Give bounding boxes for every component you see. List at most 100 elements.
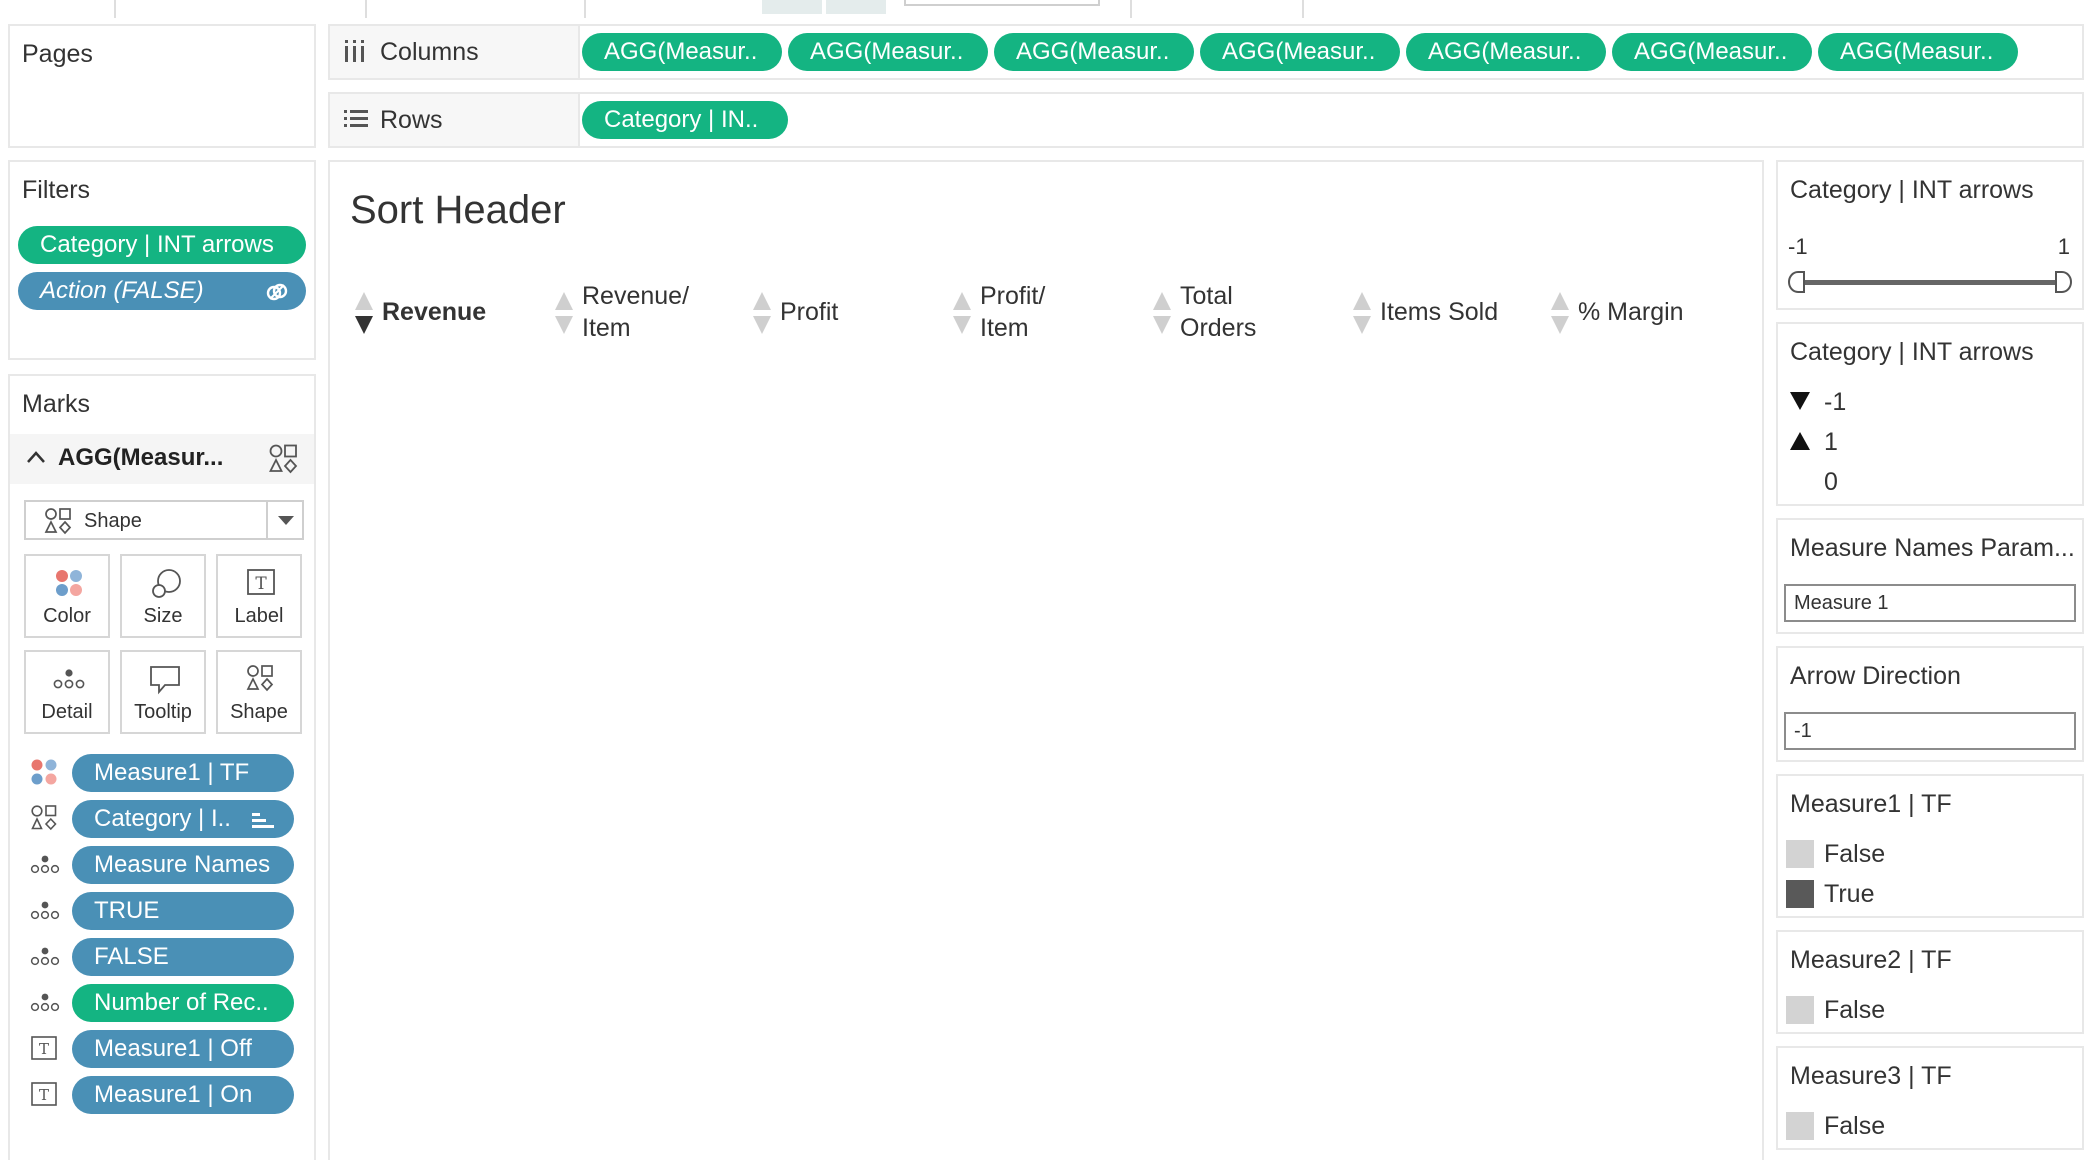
arrow-direction-panel[interactable]: Arrow Direction -1 <box>1776 646 2084 762</box>
columns-pill[interactable]: AGG(Measur.. <box>1200 33 1400 71</box>
measure1-legend-panel[interactable]: Measure1 | TF False True <box>1776 774 2084 918</box>
sort-header[interactable]: Revenue <box>354 280 544 350</box>
shape-icon <box>30 804 60 834</box>
category-slider-panel[interactable]: Category | INT arrows -1 1 <box>1776 160 2084 310</box>
marks-field-pill[interactable]: Category | I.. <box>72 800 294 838</box>
marks-panel[interactable]: Marks AGG(Measur... Shape Color Size T L… <box>8 374 316 1160</box>
shape-button-label: Shape <box>230 701 288 723</box>
sort-arrows-icon[interactable] <box>1550 292 1570 336</box>
columns-pill[interactable]: AGG(Measur.. <box>582 33 782 71</box>
legend-swatch-false <box>1786 840 1814 868</box>
legend-item-true[interactable]: True <box>1824 880 1874 909</box>
label-button-label: Label <box>234 605 284 627</box>
detail-button[interactable]: Detail <box>24 650 110 734</box>
shape-button[interactable]: Shape <box>216 650 302 734</box>
label-button[interactable]: T Label <box>216 554 302 638</box>
toolbar-fit-dropdown[interactable] <box>904 0 1100 6</box>
measure-param-input[interactable]: Measure 1 <box>1784 584 2076 622</box>
marks-field-pill[interactable]: Measure1 | Off <box>72 1030 294 1068</box>
marks-field-pill[interactable]: Measure1 | On <box>72 1076 294 1114</box>
marks-field-pill[interactable]: FALSE <box>72 938 294 976</box>
shape-legend-item[interactable]: 0 <box>1824 468 1838 497</box>
shape-icon <box>246 665 274 692</box>
legend-item-false[interactable]: False <box>1824 996 1885 1025</box>
rows-shelf[interactable]: Rows Category | IN.. <box>328 92 2084 148</box>
mark-type-dropdown[interactable]: Shape <box>24 500 304 540</box>
color-button[interactable]: Color <box>24 554 110 638</box>
columns-pill[interactable]: AGG(Measur.. <box>1612 33 1812 71</box>
sort-header[interactable]: Profit <box>752 280 942 350</box>
tooltip-button-label: Tooltip <box>134 701 192 723</box>
marks-card-header[interactable]: AGG(Measur... <box>10 434 314 484</box>
sort-header[interactable]: Total Orders <box>1152 280 1342 350</box>
columns-pill[interactable]: AGG(Measur.. <box>994 33 1194 71</box>
toolbar-separator <box>1302 0 1304 18</box>
columns-icon <box>345 40 364 62</box>
tooltip-button[interactable]: Tooltip <box>120 650 206 734</box>
sort-arrows-icon[interactable] <box>354 292 374 336</box>
sort-header-label: % Margin <box>1578 298 1684 326</box>
detail-icon <box>53 669 85 689</box>
filter-pill-category[interactable]: Category | INT arrows <box>18 226 306 264</box>
detail-icon <box>30 942 60 972</box>
sort-arrows-icon[interactable] <box>952 292 972 336</box>
rows-pill[interactable]: Category | IN.. <box>582 101 788 139</box>
toolbar-button[interactable] <box>826 0 886 14</box>
toolbar-separator <box>1130 0 1132 18</box>
marks-title: Marks <box>22 390 91 418</box>
marks-card-name: AGG(Measur... <box>58 444 224 471</box>
columns-pill[interactable]: AGG(Measur.. <box>788 33 988 71</box>
measure3-legend-panel[interactable]: Measure3 | TF False <box>1776 1046 2084 1150</box>
marks-field-pill[interactable]: TRUE <box>72 892 294 930</box>
sort-header[interactable]: Items Sold <box>1352 280 1542 350</box>
marks-field-label: Measure1 | TF <box>94 759 250 786</box>
svg-text:T: T <box>39 1086 49 1104</box>
shape-legend-item[interactable]: 1 <box>1824 428 1838 457</box>
legend-item-false[interactable]: False <box>1824 1112 1885 1141</box>
measure2-legend-panel[interactable]: Measure2 | TF False <box>1776 930 2084 1034</box>
size-button[interactable]: Size <box>120 554 206 638</box>
marks-field-pill[interactable]: Number of Rec.. <box>72 984 294 1022</box>
sort-arrows-icon[interactable] <box>752 292 772 336</box>
slider-title: Category | INT arrows <box>1790 176 2034 204</box>
sort-header-label: Items Sold <box>1380 298 1499 326</box>
sort-header[interactable]: Profit/ Item <box>952 280 1142 350</box>
shape-legend-title: Category | INT arrows <box>1790 338 2034 366</box>
svg-text:T: T <box>255 574 267 594</box>
filters-panel[interactable]: Filters Category | INT arrows Action (FA… <box>8 160 316 360</box>
slider-max: 1 <box>2057 234 2070 259</box>
columns-shelf-label: Columns <box>330 26 580 78</box>
view-panel[interactable]: Sort Header Revenue Revenue/ Item Profit Pr… <box>328 160 1764 1160</box>
slider-track[interactable] <box>1792 280 2068 285</box>
legend-item-false[interactable]: False <box>1824 840 1885 869</box>
marks-field-pill[interactable]: Measure1 | TF <box>72 754 294 792</box>
slider-right-handle[interactable] <box>2054 270 2072 294</box>
label-icon: T <box>30 1080 60 1110</box>
size-button-label: Size <box>143 605 183 627</box>
sort-arrows-icon[interactable] <box>1152 292 1172 336</box>
columns-pill[interactable]: AGG(Measur.. <box>1406 33 1606 71</box>
filter-pill-action[interactable]: Action (FALSE) <box>18 272 306 310</box>
slider-left-handle[interactable] <box>1788 270 1806 294</box>
columns-pill[interactable]: AGG(Measur.. <box>1818 33 2018 71</box>
sort-header[interactable]: Revenue/ Item <box>554 280 744 350</box>
columns-shelf[interactable]: Columns AGG(Measur.. AGG(Measur.. AGG(Meas… <box>328 24 2084 80</box>
shape-legend-panel[interactable]: Category | INT arrows -1 1 0 <box>1776 322 2084 506</box>
measure-param-panel[interactable]: Measure Names Param... Measure 1 <box>1776 518 2084 634</box>
sort-header[interactable]: % Margin <box>1550 280 1740 350</box>
chevron-up-icon[interactable] <box>26 450 46 464</box>
caret-down-icon[interactable] <box>278 516 294 526</box>
sort-arrows-icon[interactable] <box>554 292 574 336</box>
arrow-direction-title: Arrow Direction <box>1790 662 1961 690</box>
marks-field-pill[interactable]: Measure Names <box>72 846 294 884</box>
arrow-direction-input[interactable]: -1 <box>1784 712 2076 750</box>
pages-panel[interactable]: Pages <box>8 24 316 148</box>
sort-arrows-icon[interactable] <box>1352 292 1372 336</box>
toolbar-separator <box>365 0 367 18</box>
detail-icon <box>30 850 60 880</box>
shape-legend-item[interactable]: -1 <box>1824 388 1846 417</box>
toolbar-button[interactable] <box>762 0 822 14</box>
columns-label: Columns <box>380 38 479 66</box>
color-button-label: Color <box>43 605 91 627</box>
toolbar-separator <box>584 0 586 18</box>
